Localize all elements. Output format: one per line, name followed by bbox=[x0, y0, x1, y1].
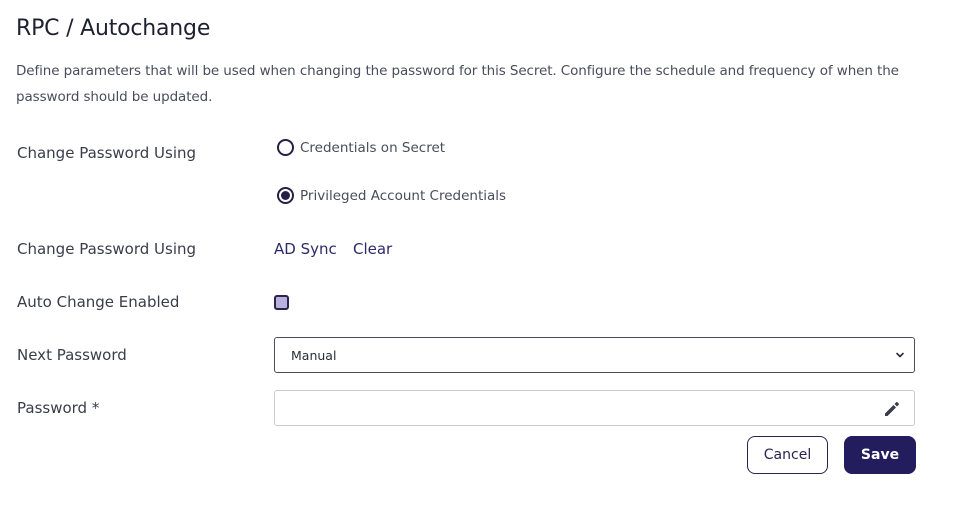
clear-link[interactable]: Clear bbox=[353, 240, 392, 258]
change-password-using-label-2: Change Password Using bbox=[17, 240, 197, 258]
radio-privileged-account-credentials[interactable]: Privileged Account Credentials bbox=[277, 187, 506, 204]
page-description: Define parameters that will be used when… bbox=[16, 63, 899, 105]
password-label: Password * bbox=[17, 399, 100, 417]
radio-button-unselected[interactable] bbox=[277, 139, 294, 156]
pencil-edit-icon[interactable] bbox=[882, 399, 902, 419]
next-password-select[interactable]: Manual bbox=[274, 337, 915, 373]
page-title: RPC / Autochange bbox=[16, 16, 211, 41]
radio-credentials-on-secret[interactable]: Credentials on Secret bbox=[277, 139, 445, 156]
password-input[interactable] bbox=[274, 390, 915, 426]
radio-selected-dot bbox=[281, 191, 290, 200]
chevron-down-icon bbox=[896, 352, 904, 358]
radio-button-selected[interactable] bbox=[277, 187, 294, 204]
ad-sync-link[interactable]: AD Sync bbox=[274, 240, 337, 258]
next-password-selected-value: Manual bbox=[291, 347, 337, 363]
cancel-button[interactable]: Cancel bbox=[747, 436, 828, 474]
change-password-using-label: Change Password Using bbox=[17, 144, 197, 162]
auto-change-enabled-checkbox[interactable] bbox=[274, 295, 289, 310]
radio-label-credentials-on-secret: Credentials on Secret bbox=[300, 139, 446, 156]
auto-change-enabled-label: Auto Change Enabled bbox=[17, 293, 180, 311]
radio-label-privileged-account-credentials: Privileged Account Credentials bbox=[300, 187, 507, 204]
save-button[interactable]: Save bbox=[844, 436, 916, 474]
next-password-label: Next Password bbox=[17, 346, 127, 364]
